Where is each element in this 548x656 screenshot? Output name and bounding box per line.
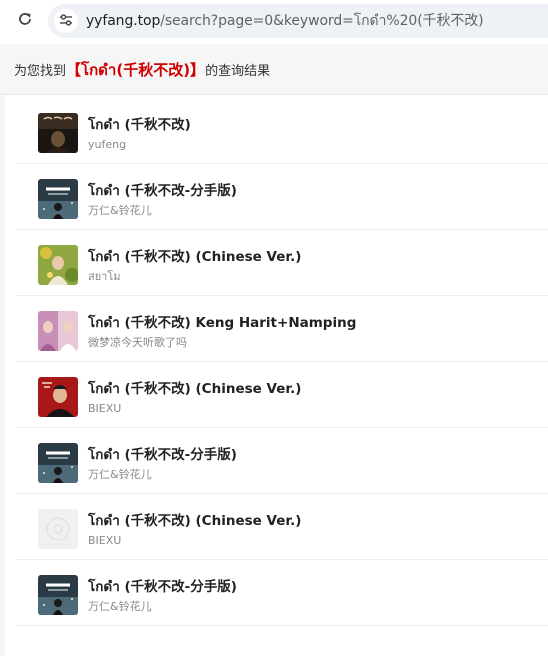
result-summary: 为您找到【โกดำ(千秋不改)】的查询结果 [14, 61, 270, 81]
song-item[interactable]: โกดำ (千秋不改-分手版) 万仁&铃花儿 [16, 560, 548, 626]
dark-poster-cover-icon [38, 179, 78, 219]
header-suffix: 的查询结果 [205, 64, 271, 79]
song-artist: 万仁&铃花儿 [88, 600, 152, 613]
song-item[interactable]: โกดำ (千秋不改) (Chinese Ver.) สยาโม [16, 230, 548, 296]
tune-icon [59, 12, 73, 31]
song-artist: BIEXU [88, 534, 122, 547]
disc-placeholder-cover-icon [38, 509, 78, 549]
pink-duo-cover-icon [38, 311, 78, 351]
browser-toolbar: yyfang.top/search?page=0&keyword=โกดำ%20… [0, 0, 548, 44]
reload-button[interactable] [12, 8, 38, 34]
song-item[interactable]: โกดำ (千秋不改-分手版) 万仁&铃花儿 [16, 164, 548, 230]
floral-portrait-cover-icon [38, 245, 78, 285]
song-artist: สยาโม [88, 270, 121, 283]
song-item[interactable]: โกดำ (千秋不改-分手版) 万仁&铃花儿 [16, 428, 548, 494]
song-item[interactable]: โกดำ (千秋不改) yufeng [16, 98, 548, 164]
site-info-button[interactable] [54, 9, 78, 33]
reload-icon [17, 11, 33, 31]
url-path: /search?page=0&keyword=โกดำ%20(千秋不改) [160, 13, 484, 29]
song-title[interactable]: โกดำ (千秋不改-分手版) [88, 447, 237, 464]
song-item[interactable]: โกดำ (千秋不改) (Chinese Ver.) BIEXU [16, 494, 548, 560]
header-prefix: 为您找到 [14, 64, 67, 79]
song-title[interactable]: โกดำ (千秋不改) [88, 117, 191, 134]
dark-portrait-cover-icon [38, 113, 78, 153]
song-artist: 微梦凉今天听歌了吗 [88, 336, 187, 349]
song-artist: 万仁&铃花儿 [88, 468, 152, 481]
result-header: 为您找到【โกดำ(千秋不改)】的查询结果 [0, 44, 548, 95]
song-title[interactable]: โกดำ (千秋不改) Keng Harit+Namping [88, 315, 356, 332]
song-list: โกดำ (千秋不改) yufeng โกดำ (千秋不改-分手版) 万仁&铃花… [16, 98, 548, 626]
song-title[interactable]: โกดำ (千秋不改-分手版) [88, 183, 237, 200]
left-gutter [0, 95, 5, 656]
red-portrait-cover-icon [38, 377, 78, 417]
song-title[interactable]: โกดำ (千秋不改-分手版) [88, 579, 237, 596]
song-title[interactable]: โกดำ (千秋不改) (Chinese Ver.) [88, 249, 301, 266]
song-title[interactable]: โกดำ (千秋不改) (Chinese Ver.) [88, 381, 301, 398]
address-bar[interactable]: yyfang.top/search?page=0&keyword=โกดำ%20… [48, 4, 548, 38]
song-item[interactable]: โกดำ (千秋不改) Keng Harit+Namping 微梦凉今天听歌了吗 [16, 296, 548, 362]
keyword-bracket-open: 【 [66, 61, 82, 79]
dark-poster-cover-icon [38, 443, 78, 483]
song-artist: BIEXU [88, 402, 122, 415]
search-keyword: โกดำ(千秋不改) [81, 61, 191, 79]
url-text[interactable]: yyfang.top/search?page=0&keyword=โกดำ%20… [86, 12, 484, 30]
song-artist: 万仁&铃花儿 [88, 204, 152, 217]
dark-poster-cover-icon [38, 575, 78, 615]
song-title[interactable]: โกดำ (千秋不改) (Chinese Ver.) [88, 513, 301, 530]
song-artist: yufeng [88, 138, 127, 151]
song-item[interactable]: โกดำ (千秋不改) (Chinese Ver.) BIEXU [16, 362, 548, 428]
url-host: yyfang.top [86, 13, 161, 29]
keyword-bracket-close: 】 [190, 61, 206, 79]
